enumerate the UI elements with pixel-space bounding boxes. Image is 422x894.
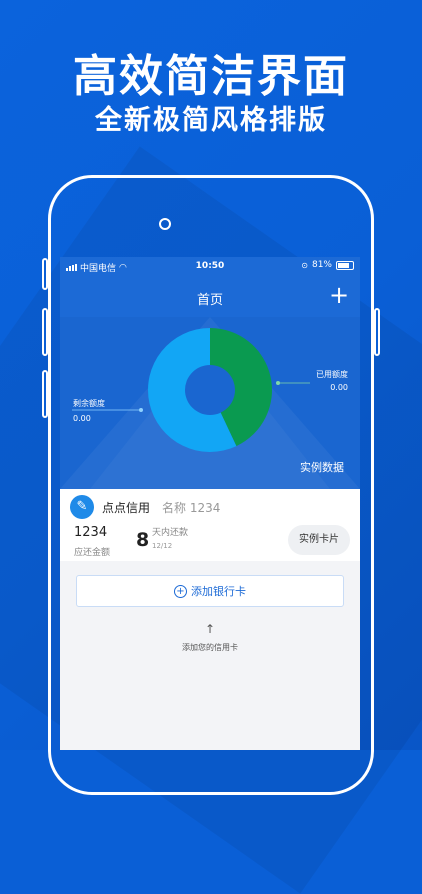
- promo-headline: 高效简洁界面: [73, 51, 349, 102]
- arrow-up-icon: ↑: [204, 622, 216, 636]
- battery-icon: [336, 260, 354, 270]
- used-value: 0.00: [330, 383, 348, 392]
- promo-subline: 全新极简风格排版: [95, 105, 327, 136]
- donut-hole: [185, 365, 235, 415]
- amount-due-label: 应还金额: [74, 548, 111, 558]
- used-label: 已用额度: [316, 369, 348, 379]
- remaining-leader-dot: [139, 408, 143, 412]
- plus-icon[interactable]: +: [326, 282, 352, 308]
- add-circle-icon: +: [174, 584, 187, 598]
- credit-chart: 已用额度 0.00 剩余额度 0.00 实例数据: [60, 317, 360, 489]
- phone-side-button: [42, 308, 48, 356]
- lock-rotation-icon: ⊙: [301, 260, 308, 270]
- bank-logo-icon: ✎: [70, 495, 94, 519]
- days-count: 8: [136, 529, 150, 551]
- days-label: 天内还款: [152, 528, 189, 538]
- app-screen: 中国电信 ◠ 10:50 ⊙ 81% 首页 + 已用额度 0.00 剩余额度 0…: [60, 257, 360, 750]
- status-bar: 中国电信 ◠ 10:50 ⊙ 81%: [60, 257, 360, 277]
- nav-bar: 首页 +: [60, 277, 360, 317]
- empty-hint: 添加您的信用卡: [182, 643, 238, 652]
- add-bank-card-label: 添加银行卡: [191, 585, 246, 598]
- remaining-label: 剩余额度: [73, 398, 105, 408]
- credit-card-item[interactable]: ✎ 点点信用 名称 1234 1234 应还金额 8 天内还款 12/12 实例…: [60, 489, 360, 561]
- phone-side-button: [42, 258, 48, 290]
- sample-data-label: 实例数据: [300, 461, 344, 474]
- amount-due: 1234: [74, 525, 108, 540]
- battery-percent: 81%: [311, 260, 332, 270]
- phone-camera: [159, 218, 171, 230]
- page-title: 首页: [196, 293, 223, 308]
- bank-name: 点点信用: [102, 501, 151, 515]
- add-bank-card-button[interactable]: + 添加银行卡: [76, 575, 344, 607]
- phone-side-button: [374, 308, 380, 356]
- used-leader-dot: [276, 381, 280, 385]
- due-date: 12/12: [152, 542, 173, 550]
- phone-side-button: [42, 370, 48, 418]
- remaining-value: 0.00: [73, 414, 91, 423]
- card-alias: 名称 1234: [162, 501, 221, 515]
- sample-card-button[interactable]: 实例卡片: [288, 525, 350, 555]
